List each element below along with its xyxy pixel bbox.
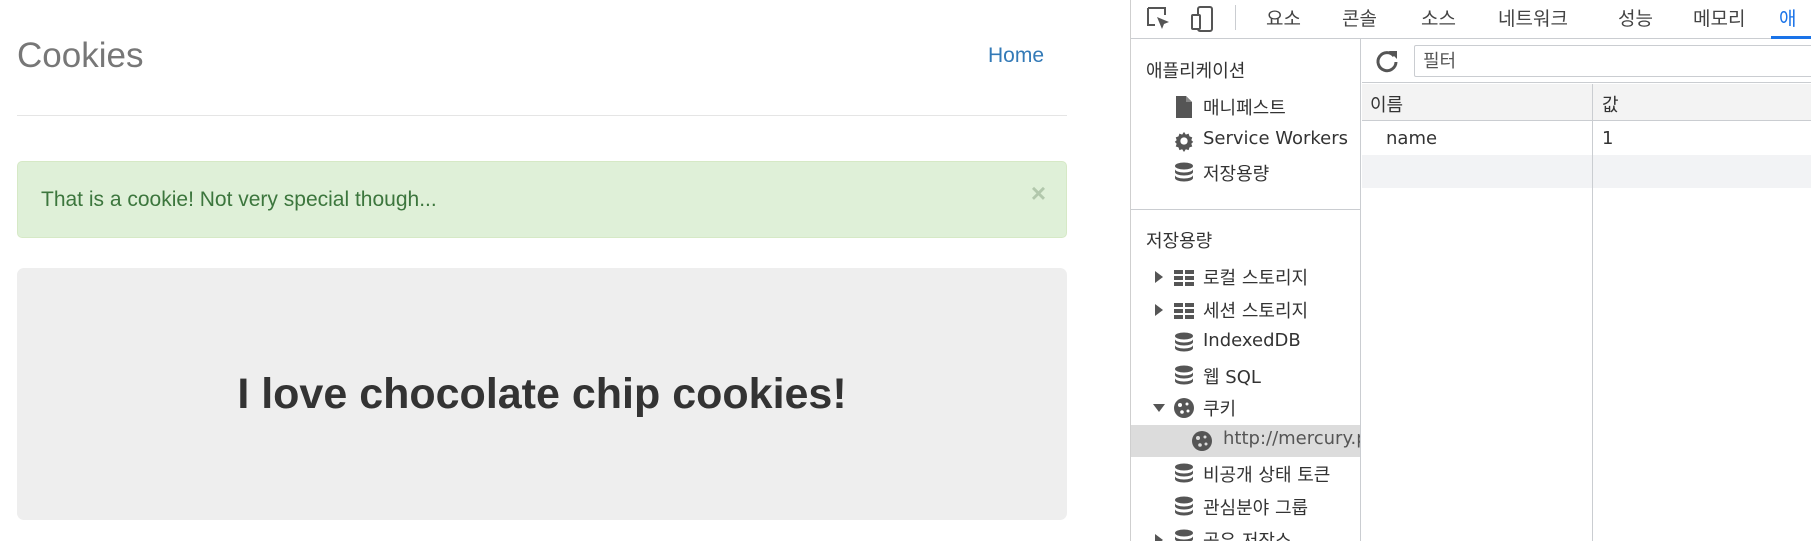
sidebar-item-indexeddb[interactable]: IndexedDB (1131, 327, 1360, 359)
application-sidebar: 애플리케이션 매니페스트 Service Workers 저장용량 저장용량 로… (1131, 39, 1361, 541)
sidebar-item-label: 매니페스트 (1203, 98, 1286, 119)
database-icon (1175, 365, 1193, 385)
sidebar-item-label: 로컬 스토리지 (1203, 268, 1309, 289)
table-icon (1174, 303, 1194, 319)
sidebar-item-manifest[interactable]: 매니페스트 (1131, 91, 1360, 123)
filter-bar (1362, 39, 1811, 83)
devtools-toolbar: 요소 콘솔 소스 네트워크 성능 메모리 애 (1131, 0, 1811, 39)
tab-sources[interactable]: 소스 (1421, 4, 1456, 31)
inspect-element-icon[interactable] (1145, 5, 1173, 33)
alert-message: That is a cookie! Not very special thoug… (41, 188, 437, 211)
sidebar-item-service-workers[interactable]: Service Workers (1131, 125, 1360, 157)
site-brand[interactable]: Cookies (17, 36, 143, 76)
sidebar-item-cookie-origin[interactable]: http://mercury.p (1131, 425, 1361, 457)
tab-performance[interactable]: 성능 (1618, 4, 1653, 31)
devtools-panel: 요소 콘솔 소스 네트워크 성능 메모리 애 애플리케이션 매니페스트 Serv… (1130, 0, 1811, 541)
filter-input[interactable] (1414, 45, 1811, 77)
sidebar-item-label: 쿠키 (1203, 399, 1237, 420)
web-page: Cookies Home That is a cookie! Not very … (0, 0, 1130, 541)
close-icon[interactable]: × (1031, 180, 1046, 206)
sidebar-item-label: 비공개 상태 토큰 (1203, 465, 1331, 486)
database-icon (1175, 332, 1193, 352)
storage-section-title: 저장용량 (1146, 231, 1213, 252)
sidebar-item-label: 관심분야 그룹 (1203, 498, 1309, 519)
cookie-grid-panel: 이름 값 name 1 (1362, 39, 1811, 541)
cookie-icon (1174, 398, 1194, 418)
refresh-icon[interactable] (1374, 48, 1400, 74)
sidebar-item-label: 저장용량 (1203, 164, 1270, 185)
database-icon (1175, 529, 1193, 541)
sidebar-item-label: 공유 저장소 (1203, 527, 1292, 541)
database-icon (1175, 463, 1193, 483)
tab-elements[interactable]: 요소 (1266, 4, 1301, 31)
application-section-title: 애플리케이션 (1146, 61, 1246, 82)
gear-icon (1174, 131, 1194, 152)
expand-arrow-icon[interactable] (1155, 271, 1163, 283)
database-icon (1175, 162, 1193, 182)
jumbotron-title: I love chocolate chip cookies! (237, 370, 847, 418)
sidebar-item-private-state-tokens[interactable]: 비공개 상태 토큰 (1131, 458, 1360, 490)
column-header-name[interactable]: 이름 (1370, 91, 1403, 117)
tab-network[interactable]: 네트워크 (1498, 4, 1568, 31)
table-row[interactable]: name 1 (1362, 122, 1811, 155)
column-header-value[interactable]: 값 (1602, 91, 1619, 117)
sidebar-item-local-storage[interactable]: 로컬 스토리지 (1131, 261, 1360, 293)
tab-memory[interactable]: 메모리 (1693, 4, 1745, 31)
table-icon (1174, 270, 1194, 286)
empty-table-row[interactable] (1362, 155, 1811, 188)
cookie-icon (1192, 431, 1212, 451)
header-divider (17, 115, 1067, 116)
tab-console[interactable]: 콘솔 (1342, 4, 1377, 31)
grid-header: 이름 값 (1362, 84, 1811, 121)
sidebar-item-label: IndexedDB (1203, 330, 1301, 351)
tab-application[interactable]: 애 (1779, 4, 1796, 31)
expand-arrow-icon[interactable] (1155, 304, 1163, 316)
sidebar-item-label: http://mercury.p (1223, 428, 1361, 449)
nav-home-link[interactable]: Home (988, 44, 1044, 68)
sidebar-item-web-sql[interactable]: 웹 SQL (1131, 360, 1360, 392)
jumbotron: I love chocolate chip cookies! (17, 268, 1067, 520)
column-divider (1592, 84, 1593, 541)
sidebar-item-storage[interactable]: 저장용량 (1131, 157, 1360, 189)
sidebar-item-label: Service Workers (1203, 128, 1349, 149)
sidebar-divider (1131, 209, 1360, 210)
success-alert: That is a cookie! Not very special thoug… (17, 161, 1067, 238)
expand-arrow-icon[interactable] (1155, 534, 1163, 541)
file-icon (1176, 96, 1192, 118)
sidebar-item-label: 세션 스토리지 (1203, 301, 1309, 322)
sidebar-item-shared-storage[interactable]: 공유 저장소 (1131, 524, 1360, 541)
collapse-arrow-icon[interactable] (1153, 404, 1165, 412)
sidebar-item-interest-groups[interactable]: 관심분야 그룹 (1131, 491, 1360, 523)
sidebar-item-session-storage[interactable]: 세션 스토리지 (1131, 294, 1360, 326)
device-toggle-icon[interactable] (1189, 5, 1217, 33)
toolbar-separator (1235, 5, 1236, 30)
database-icon (1175, 496, 1193, 516)
cookie-value-cell: 1 (1602, 128, 1614, 149)
sidebar-item-label: 웹 SQL (1203, 367, 1261, 388)
sidebar-item-cookies[interactable]: 쿠키 (1131, 392, 1360, 424)
cookie-name-cell: name (1386, 128, 1438, 149)
